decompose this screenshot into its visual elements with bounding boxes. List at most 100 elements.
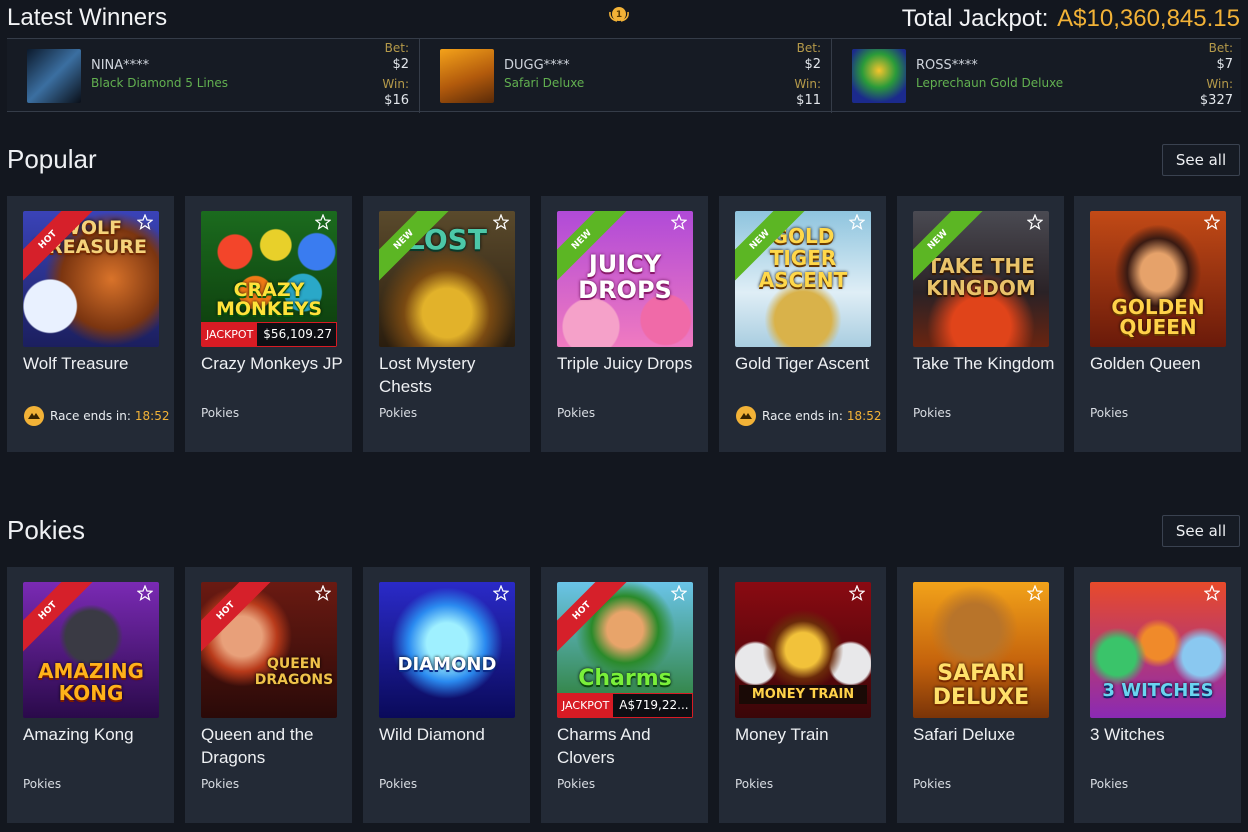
game-thumbnail[interactable]: DIAMOND bbox=[379, 582, 515, 718]
game-thumbnail[interactable]: GOLDEN QUEEN bbox=[1090, 211, 1226, 347]
game-thumbnail[interactable]: SAFARI DELUXE bbox=[913, 582, 1049, 718]
game-title[interactable]: 3 Witches bbox=[1090, 723, 1235, 746]
star-icon[interactable] bbox=[1027, 585, 1043, 601]
game-title[interactable]: Lost Mystery Chests bbox=[379, 352, 524, 398]
game-card[interactable]: QUEEN DRAGONS HOT Queen and the Dragons … bbox=[185, 567, 352, 823]
game-title[interactable]: Gold Tiger Ascent bbox=[735, 352, 880, 375]
game-title[interactable]: Money Train bbox=[735, 723, 880, 746]
game-title[interactable]: Wild Diamond bbox=[379, 723, 524, 746]
bet-label: Bet: bbox=[384, 41, 409, 55]
bet-label: Bet: bbox=[796, 41, 821, 55]
game-card[interactable]: AMAZING KONG HOT Amazing Kong Pokies bbox=[7, 567, 174, 823]
game-title[interactable]: Triple Juicy Drops bbox=[557, 352, 702, 375]
race-time: 18:52 bbox=[134, 409, 170, 423]
game-card[interactable]: LOST NEW Lost Mystery Chests Pokies bbox=[363, 196, 530, 452]
popular-see-all-button[interactable]: See all bbox=[1162, 144, 1240, 176]
race-icon bbox=[736, 406, 756, 426]
winner-item[interactable]: NINA**** Black Diamond 5 Lines Bet: $2 W… bbox=[7, 39, 417, 113]
winner-item[interactable]: DUGG**** Safari Deluxe Bet: $2 Win: $11 bbox=[419, 39, 829, 113]
game-logo: CRAZY MONKEYS bbox=[215, 279, 323, 320]
jackpot-label: JACKPOT bbox=[202, 323, 258, 346]
game-thumbnail[interactable]: CRAZY MONKEYS JACKPOT $56,109.27 bbox=[201, 211, 337, 347]
game-thumbnail[interactable] bbox=[440, 49, 494, 103]
game-category: Pokies bbox=[1090, 777, 1129, 791]
star-icon[interactable] bbox=[671, 585, 687, 601]
game-title[interactable]: Golden Queen bbox=[1090, 352, 1235, 375]
game-logo: SAFARI DELUXE bbox=[932, 661, 1030, 710]
game-category: Pokies bbox=[201, 406, 240, 420]
star-icon[interactable] bbox=[493, 585, 509, 601]
game-logo: AMAZING KONG bbox=[38, 659, 144, 705]
pokies-see-all-button[interactable]: See all bbox=[1162, 515, 1240, 547]
winner-game[interactable]: Leprechaun Gold Deluxe bbox=[916, 76, 1063, 90]
game-title[interactable]: Wolf Treasure bbox=[23, 352, 168, 375]
game-thumbnail[interactable]: JUICY DROPS NEW bbox=[557, 211, 693, 347]
pokies-games-row: AMAZING KONG HOT Amazing Kong Pokies QUE… bbox=[7, 567, 1241, 823]
game-thumbnail[interactable]: 3 WITCHES bbox=[1090, 582, 1226, 718]
win-value: $327 bbox=[1199, 93, 1233, 108]
game-thumbnail[interactable]: MONEY TRAIN bbox=[735, 582, 871, 718]
game-logo: DIAMOND bbox=[397, 654, 497, 675]
game-card[interactable]: GOLDEN QUEEN Golden Queen Pokies bbox=[1074, 196, 1241, 452]
game-card[interactable]: SAFARI DELUXE Safari Deluxe Pokies bbox=[897, 567, 1064, 823]
game-card[interactable]: TAKE THE KINGDOM NEW Take The Kingdom Po… bbox=[897, 196, 1064, 452]
game-card[interactable]: CRAZY MONKEYS JACKPOT $56,109.27 Crazy M… bbox=[185, 196, 352, 452]
game-title[interactable]: Charms And Clovers bbox=[557, 723, 702, 769]
star-icon[interactable] bbox=[849, 214, 865, 230]
game-thumbnail[interactable]: Charms HOT JACKPOT A$719,22... bbox=[557, 582, 693, 718]
game-card[interactable]: WOLF TREASURE HOT Wolf Treasure Race end… bbox=[7, 196, 174, 452]
win-label: Win: bbox=[382, 77, 409, 91]
star-icon[interactable] bbox=[137, 585, 153, 601]
game-card[interactable]: JUICY DROPS NEW Triple Juicy Drops Pokie… bbox=[541, 196, 708, 452]
game-title[interactable]: Amazing Kong bbox=[23, 723, 168, 746]
svg-text:1: 1 bbox=[616, 10, 622, 20]
game-thumbnail[interactable]: LOST NEW bbox=[379, 211, 515, 347]
game-thumbnail[interactable] bbox=[27, 49, 81, 103]
winner-name: ROSS**** bbox=[916, 58, 978, 73]
race-time: 18:52 bbox=[846, 409, 882, 423]
star-icon[interactable] bbox=[671, 214, 687, 230]
star-icon[interactable] bbox=[1027, 214, 1043, 230]
total-jackpot: Total Jackpot: A$10,360,845.15 bbox=[902, 5, 1240, 33]
game-card[interactable]: 3 WITCHES 3 Witches Pokies bbox=[1074, 567, 1241, 823]
game-logo: 3 WITCHES bbox=[1102, 680, 1214, 701]
winner-game[interactable]: Black Diamond 5 Lines bbox=[91, 76, 228, 90]
game-card[interactable]: Charms HOT JACKPOT A$719,22... Charms An… bbox=[541, 567, 708, 823]
winner-item[interactable]: ROSS**** Leprechaun Gold Deluxe Bet: $7 … bbox=[831, 39, 1241, 113]
game-title[interactable]: Queen and the Dragons bbox=[201, 723, 346, 769]
game-category: Pokies bbox=[201, 777, 240, 791]
winner-name: NINA**** bbox=[91, 58, 150, 73]
star-icon[interactable] bbox=[1204, 585, 1220, 601]
game-title[interactable]: Safari Deluxe bbox=[913, 723, 1058, 746]
star-icon[interactable] bbox=[1204, 214, 1220, 230]
game-category: Pokies bbox=[557, 406, 596, 420]
game-category: Pokies bbox=[557, 777, 596, 791]
game-title[interactable]: Crazy Monkeys JP bbox=[201, 352, 346, 375]
pokies-section-title: Pokies bbox=[7, 515, 86, 545]
game-thumbnail[interactable]: GOLD TIGER ASCENT NEW bbox=[735, 211, 871, 347]
game-card[interactable]: DIAMOND Wild Diamond Pokies bbox=[363, 567, 530, 823]
star-icon[interactable] bbox=[315, 585, 331, 601]
winners-header: Latest Winners 1 Total Jackpot: A$10,360… bbox=[0, 0, 1248, 38]
race-timer: Race ends in: 18:52 bbox=[735, 405, 881, 427]
star-icon[interactable] bbox=[849, 585, 865, 601]
game-card[interactable]: GOLD TIGER ASCENT NEW Gold Tiger Ascent … bbox=[719, 196, 886, 452]
star-icon[interactable] bbox=[137, 214, 153, 230]
game-category: Pokies bbox=[23, 777, 62, 791]
game-category: Pokies bbox=[1090, 406, 1129, 420]
game-thumbnail[interactable]: TAKE THE KINGDOM NEW bbox=[913, 211, 1049, 347]
game-card[interactable]: MONEY TRAIN Money Train Pokies bbox=[719, 567, 886, 823]
star-icon[interactable] bbox=[315, 214, 331, 230]
star-icon[interactable] bbox=[493, 214, 509, 230]
bet-value: $7 bbox=[1216, 57, 1233, 72]
game-thumbnail[interactable] bbox=[852, 49, 906, 103]
jackpot-label: JACKPOT bbox=[558, 694, 614, 717]
winner-game[interactable]: Safari Deluxe bbox=[504, 76, 584, 90]
game-thumbnail[interactable]: AMAZING KONG HOT bbox=[23, 582, 159, 718]
race-icon bbox=[24, 406, 44, 426]
game-title[interactable]: Take The Kingdom bbox=[913, 352, 1058, 375]
game-thumbnail[interactable]: WOLF TREASURE HOT bbox=[23, 211, 159, 347]
popular-section-title: Popular bbox=[7, 144, 97, 174]
game-thumbnail[interactable]: QUEEN DRAGONS HOT bbox=[201, 582, 337, 718]
game-category: Pokies bbox=[913, 406, 952, 420]
